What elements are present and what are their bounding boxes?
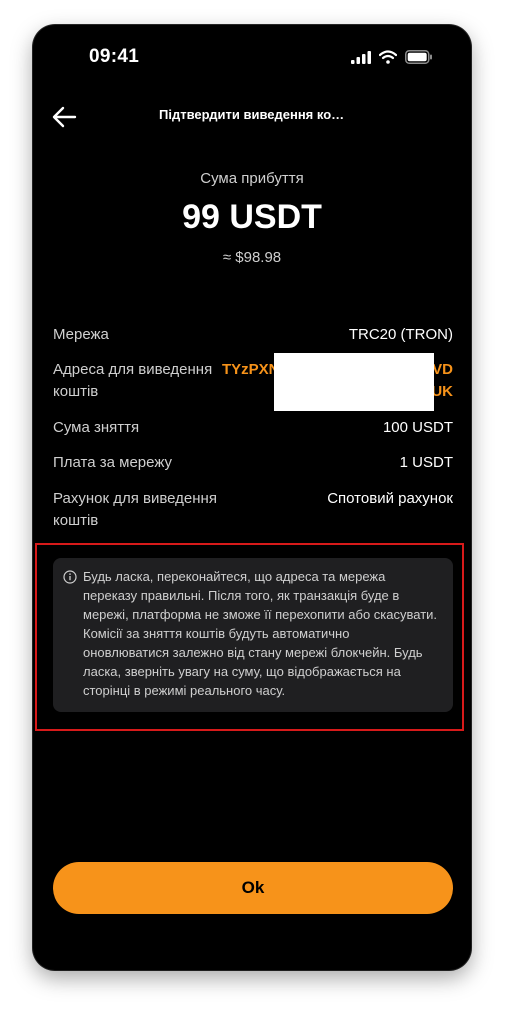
signal-icon — [351, 50, 371, 69]
address-value-start: TYzPXN — [222, 361, 280, 378]
detail-value: 1 USDT — [399, 454, 453, 471]
battery-icon — [405, 50, 433, 69]
detail-label: Сума зняття — [53, 419, 140, 436]
detail-value: TRC20 (TRON) — [348, 326, 453, 343]
address-value-end-2: UK — [431, 383, 453, 400]
notice-text: Будь ласка, переконайтеся, що адреса та … — [83, 569, 438, 698]
header: Підтвердити виведення ко… — [33, 95, 471, 139]
detail-row-network: Мережа TRC20 (TRON) — [53, 324, 453, 346]
detail-value: 100 USDT — [382, 419, 453, 436]
detail-value: Спотовий рахунок — [327, 490, 453, 507]
warning-notice: Будь ласка, переконайтеся, що адреса та … — [53, 558, 453, 712]
status-bar: 09:41 — [33, 25, 471, 91]
detail-label: Плата за мережу — [53, 454, 173, 471]
phone-screen: 09:41 Підтвердити виведення ко… Сума при… — [33, 25, 471, 970]
wifi-icon — [378, 50, 398, 69]
ok-button[interactable]: Ok — [53, 862, 453, 914]
detail-row-network-fee: Плата за мережу 1 USDT — [53, 452, 453, 474]
info-icon — [63, 570, 77, 584]
arrival-amount: 99 USDT — [182, 198, 322, 236]
arrival-approx-usd: ≈ $98.98 — [222, 249, 282, 266]
detail-row-account: Рахунок для виведення коштів Спотовий ра… — [53, 488, 453, 532]
detail-row-withdraw-amount: Сума зняття 100 USDT — [53, 417, 453, 439]
detail-label: Мережа — [53, 326, 109, 343]
page-title: Підтвердити виведення ко… — [159, 107, 345, 122]
redaction-box — [274, 353, 434, 411]
back-arrow-icon[interactable] — [51, 103, 79, 131]
detail-label: Рахунок для виведення коштів — [53, 490, 217, 529]
status-time: 09:41 — [89, 46, 140, 67]
arrival-label: Сума прибуття — [200, 170, 304, 187]
address-value-end-1: VD — [432, 361, 453, 378]
detail-label: Адреса для виведення коштів — [53, 361, 213, 400]
status-icons — [351, 50, 433, 69]
